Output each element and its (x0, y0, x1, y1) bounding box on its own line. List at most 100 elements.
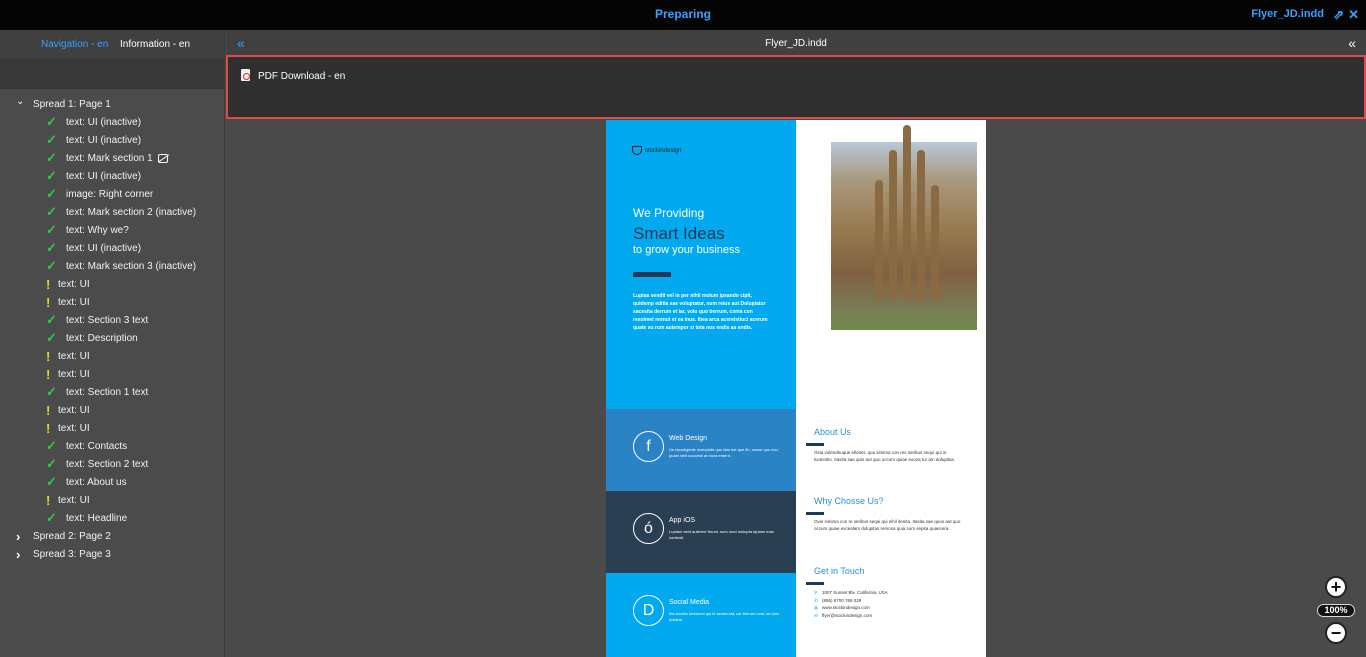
zoom-out-button[interactable]: − (1325, 622, 1347, 644)
tree-item[interactable]: ✓ text: Section 2 text (0, 455, 224, 473)
tree-item[interactable]: ✓ text: Mark section 3 (inactive) (0, 257, 224, 275)
close-icon[interactable]: ✕ (1348, 7, 1359, 23)
tree-item[interactable]: ✓ text: Section 1 text (0, 383, 224, 401)
logo-text: stockindesign (645, 148, 682, 155)
sidebar-toolbar (0, 59, 224, 89)
warning-icon: ! (46, 276, 51, 292)
warning-icon: ! (46, 402, 51, 418)
file-name-link[interactable]: Flyer_JD.indd (1251, 8, 1324, 20)
tree-item[interactable]: ✓ text: Section 3 text (0, 311, 224, 329)
contact-list: ⚲ 1007 Sunset Blv. California, USA ✆ (856)… (814, 589, 888, 619)
chevron-down-icon[interactable]: ⌄ (16, 96, 26, 107)
zoom-level: 100% (1317, 604, 1355, 617)
contact-item: ✉ flyer@stockindesign.com (814, 612, 888, 620)
tree-item[interactable]: ! text: UI (0, 275, 224, 293)
contact-item: ✆ (856) 8700 769 029 (814, 597, 888, 605)
unlinked-icon (157, 153, 168, 163)
tree-item-label: text: UI (58, 422, 90, 434)
check-icon: ✓ (46, 114, 57, 129)
tree-item[interactable]: ! text: UI (0, 293, 224, 311)
warning-icon: ! (46, 294, 51, 310)
chevron-right-icon[interactable]: › (16, 529, 26, 544)
contact-text: (856) 8700 769 029 (822, 597, 862, 603)
warning-icon: ! (46, 492, 51, 508)
document-header: « Flyer_JD.indd « (226, 30, 1366, 55)
chevron-right-icon[interactable]: › (16, 547, 26, 562)
contact-item: ⚲ 1007 Sunset Blv. California, USA (814, 589, 888, 597)
tree-item-label: text: Why we? (66, 224, 129, 236)
tree-item[interactable]: ✓ text: Mark section 1 (0, 149, 224, 167)
tree-item[interactable]: ! text: UI (0, 365, 224, 383)
tree-item[interactable]: ✓ text: About us (0, 473, 224, 491)
zoom-controls: + 100% − (1317, 576, 1357, 648)
tree-item-label: text: UI (inactive) (66, 242, 142, 254)
photo-spire (917, 150, 925, 300)
tree-item[interactable]: ✓ text: UI (inactive) (0, 131, 224, 149)
tree-item-label: text: UI (58, 278, 90, 290)
band-title: Web Design (669, 435, 708, 442)
tree-item[interactable]: ! text: UI (0, 401, 224, 419)
tree-item[interactable]: ! text: UI (0, 491, 224, 509)
check-icon: ✓ (46, 312, 57, 327)
tree-item[interactable]: ✓ text: Why we? (0, 221, 224, 239)
tree-item[interactable]: ✓ text: UI (inactive) (0, 167, 224, 185)
tree-item[interactable]: ✓ text: UI (inactive) (0, 239, 224, 257)
tree-item-label: Spread 2: Page 2 (33, 530, 111, 542)
tree-item-label: text: Section 1 text (66, 386, 149, 398)
tree-item[interactable]: ! text: UI (0, 347, 224, 365)
check-icon: ✓ (46, 474, 57, 489)
warning-icon: ! (46, 420, 51, 436)
tree-spread[interactable]: ⌄ Spread 1: Page 1 (0, 95, 224, 113)
top-bar: Preparing Flyer_JD.indd ⇗ ✕ (0, 0, 1366, 30)
tree-item-label: Spread 1: Page 1 (33, 98, 111, 110)
tree-spread[interactable]: › Spread 2: Page 2 (0, 527, 224, 545)
globe-icon: ◍ (814, 605, 818, 610)
flyer-left-column: stockindesign We Providing Smart Ideas t… (606, 120, 796, 657)
check-icon: ✓ (46, 384, 57, 399)
navigation-tree: ⌄ Spread 1: Page 1 ✓ text: UI (inactive) ✓ te… (0, 89, 224, 563)
tree-item-label: text: Mark section 3 (inactive) (66, 260, 197, 272)
tab-information[interactable]: Information - en (120, 39, 190, 50)
about-text: Osia volendeuque ellorter, qua simima co… (814, 450, 956, 462)
flyer-headline-3: to grow your business (633, 244, 740, 256)
check-icon: ✓ (46, 204, 57, 219)
tree-item-label: text: Mark section 2 (inactive) (66, 206, 197, 218)
status-title: Preparing (654, 7, 711, 21)
tree-spread[interactable]: › Spread 3: Page 3 (0, 545, 224, 563)
tree-item[interactable]: ✓ text: Contacts (0, 437, 224, 455)
photo-spire (889, 150, 897, 300)
contact-text: www.stockindesign.com (822, 605, 870, 610)
photo-spire (875, 180, 883, 300)
tree-item-label: text: UI (58, 368, 90, 380)
share-icon[interactable]: ⇗ (1333, 7, 1344, 23)
pdf-download-link[interactable]: PDF Download - en (258, 71, 345, 82)
flyer-headline-1: We Providing (633, 206, 705, 220)
sidebar-tabs: Navigation - en Information - en (0, 30, 224, 59)
check-icon: ✓ (46, 438, 57, 453)
check-icon: ✓ (46, 510, 57, 525)
pdf-file-icon[interactable] (241, 69, 250, 81)
tree-item[interactable]: ✓ text: UI (inactive) (0, 113, 224, 131)
tree-item-label: text: UI (58, 404, 90, 416)
document-title: Flyer_JD.indd (765, 38, 827, 49)
tree-item-label: text: Description (66, 332, 138, 344)
band-social-media: D Social Media Ilia doloitio foremum qui… (606, 573, 796, 655)
zoom-in-button[interactable]: + (1325, 576, 1347, 598)
tree-item[interactable]: ✓ text: Description (0, 329, 224, 347)
check-icon: ✓ (46, 132, 57, 147)
tree-item[interactable]: ✓ text: Headline (0, 509, 224, 527)
tab-navigation[interactable]: Navigation - en (41, 39, 108, 50)
check-icon: ✓ (46, 240, 57, 255)
flyer-photo (831, 125, 977, 330)
tree-item[interactable]: ✓ text: Mark section 2 (inactive) (0, 203, 224, 221)
about-divider (806, 443, 824, 446)
tree-item-label: text: UI (inactive) (66, 170, 142, 182)
flyer-intro-text: Luptas sendit vel in per nihil molum ips… (633, 293, 768, 331)
collapse-right-icon[interactable]: « (1348, 35, 1356, 51)
tree-item-label: Spread 3: Page 3 (33, 548, 111, 560)
tree-item[interactable]: ! text: UI (0, 419, 224, 437)
band-title: Social Media (669, 599, 710, 606)
tree-item[interactable]: ✓ image: Right corner (0, 185, 224, 203)
photo-spire (931, 185, 939, 300)
flyer-headline-2: Smart Ideas (633, 224, 725, 243)
